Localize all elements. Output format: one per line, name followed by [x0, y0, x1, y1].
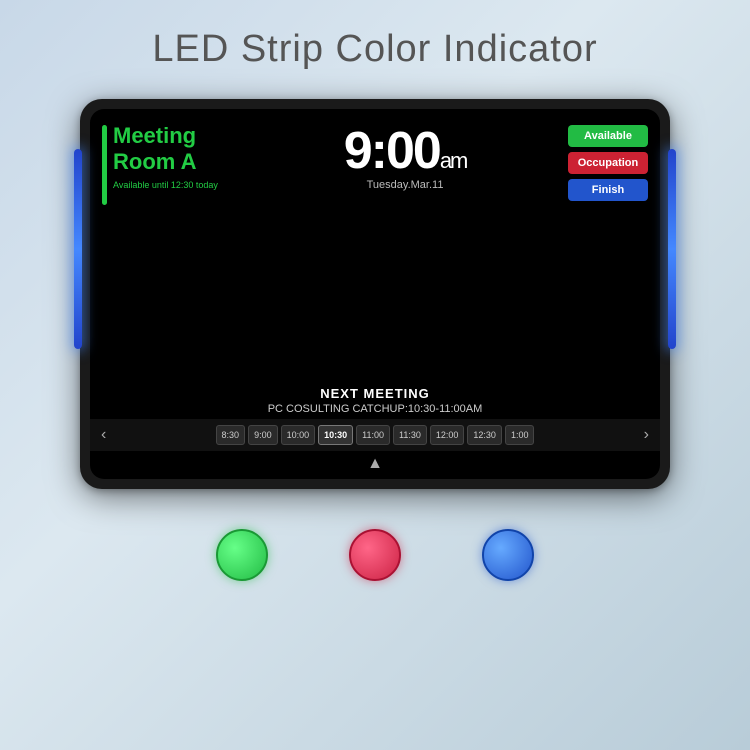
screen-top: Meeting Room A Available until 12:30 tod… [90, 109, 660, 382]
time-slot[interactable]: 11:00 [356, 425, 390, 445]
led-strip-right [668, 149, 676, 349]
available-text: Available until 12:30 today [113, 180, 218, 190]
timeline: ‹ 8:309:0010:0010:3011:0011:3012:0012:30… [90, 419, 660, 451]
color-indicators [175, 529, 575, 581]
room-name: Meeting Room A [113, 123, 218, 176]
red-indicator-dot [349, 529, 401, 581]
finish-button[interactable]: Finish [568, 179, 648, 201]
led-strip-left [74, 149, 82, 349]
next-meeting-title: NEXT MEETING [100, 386, 650, 401]
clock-date: Tuesday.Mar.11 [367, 179, 444, 191]
green-indicator-dot [216, 529, 268, 581]
next-meeting-section: NEXT MEETING PC COSULTING CATCHUP:10:30-… [90, 382, 660, 419]
timeline-next[interactable]: › [641, 426, 652, 444]
tablet-screen: Meeting Room A Available until 12:30 tod… [90, 109, 660, 479]
time-slot[interactable]: 9:00 [248, 425, 278, 445]
available-button[interactable]: Available [568, 125, 648, 147]
room-text: Meeting Room A Available until 12:30 tod… [113, 123, 218, 190]
time-slot[interactable]: 8:30 [216, 425, 246, 445]
time-slot[interactable]: 1:00 [505, 425, 535, 445]
occupation-button[interactable]: Occupation [568, 152, 648, 174]
blue-indicator-dot [482, 529, 534, 581]
time-slot[interactable]: 10:00 [281, 425, 316, 445]
time-slot[interactable]: 11:30 [393, 425, 427, 445]
room-info: Meeting Room A Available until 12:30 tod… [102, 123, 282, 374]
tablet-device: Meeting Room A Available until 12:30 tod… [80, 99, 670, 489]
status-buttons: Available Occupation Finish [528, 123, 648, 374]
timeline-prev[interactable]: ‹ [98, 426, 109, 444]
clock-time: 9:00am [344, 125, 467, 177]
green-bar [102, 125, 107, 205]
clock-section: 9:00am Tuesday.Mar.11 [292, 123, 517, 374]
home-indicator[interactable]: ▲ [90, 451, 660, 479]
time-slot[interactable]: 12:30 [467, 425, 502, 445]
next-meeting-detail: PC COSULTING CATCHUP:10:30-11:00AM [100, 403, 650, 415]
page-title: LED Strip Color Indicator [152, 28, 597, 71]
timeline-slots: 8:309:0010:0010:3011:0011:3012:0012:301:… [112, 425, 637, 445]
time-slot[interactable]: 10:30 [318, 425, 353, 445]
time-slot[interactable]: 12:00 [430, 425, 465, 445]
